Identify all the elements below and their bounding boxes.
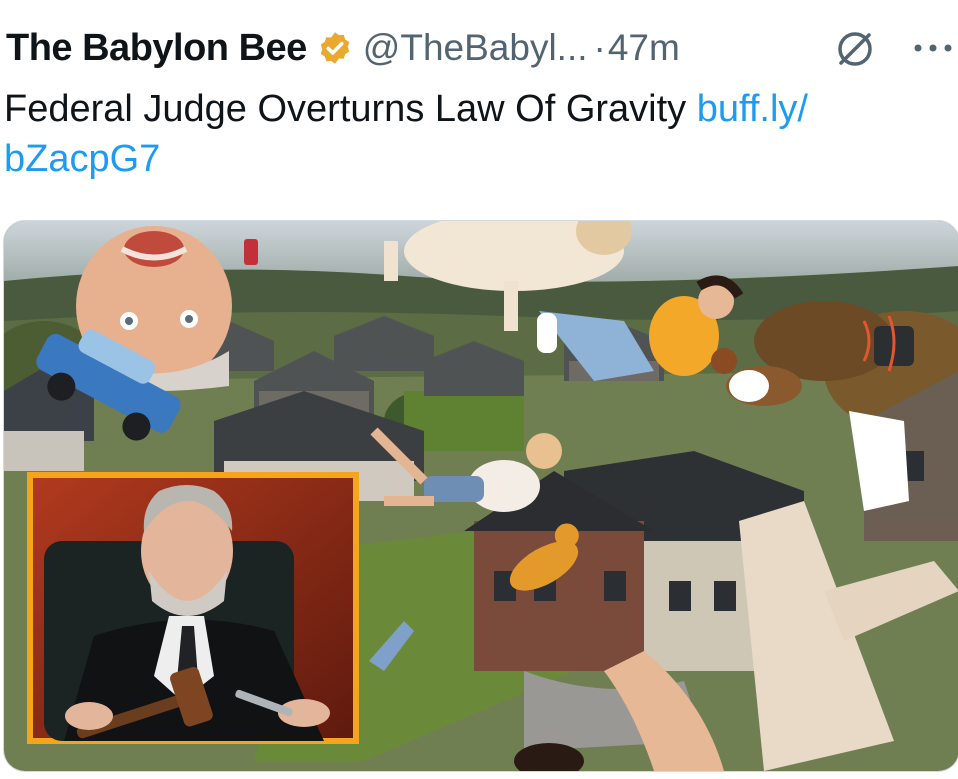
tweet-header: The Babylon Bee @TheBabyl... · 47m <box>6 22 956 74</box>
post-time[interactable]: 47m <box>608 27 680 69</box>
post-link-part2: bZacpG7 <box>4 138 161 180</box>
more-options-icon[interactable] <box>908 36 958 60</box>
muted-notification-icon[interactable] <box>832 26 878 72</box>
verified-badge-icon <box>320 32 350 64</box>
post-link-part1: buff.ly/ <box>696 88 808 130</box>
judge-inset-photo <box>27 472 359 744</box>
author-name[interactable]: The Babylon Bee <box>6 27 307 70</box>
author-handle[interactable]: @TheBabyl... <box>363 27 588 69</box>
post-text-body: Federal Judge Overturns Law Of Gravity <box>4 88 697 130</box>
post-media-image[interactable] <box>3 220 958 772</box>
dot-separator: · <box>593 27 606 68</box>
post-text: Federal Judge Overturns Law Of Gravity b… <box>4 84 954 184</box>
media-illustration <box>4 221 958 771</box>
